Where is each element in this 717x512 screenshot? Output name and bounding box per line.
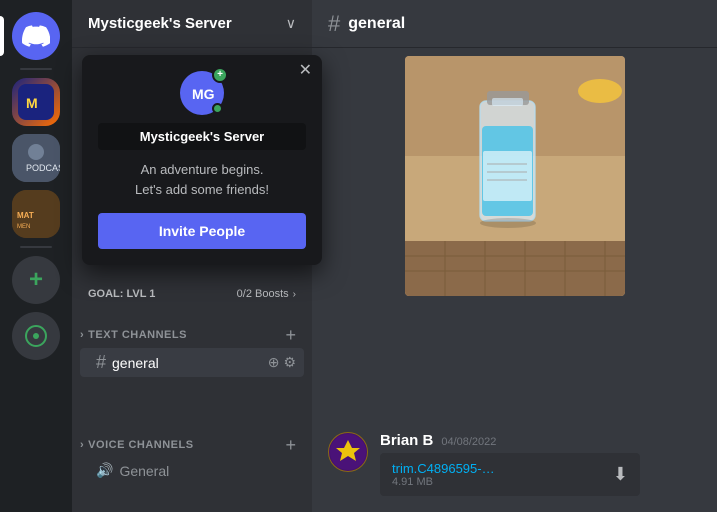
- chat-image: [405, 56, 625, 296]
- boost-goal-bar[interactable]: GOAL: LVL 1 0/2 Boosts ›: [72, 280, 312, 308]
- channel-item-general[interactable]: # general ⊕ ⚙: [80, 348, 304, 377]
- attachment-left: trim.C4896595-… 4.91 MB: [392, 461, 495, 488]
- svg-text:M: M: [26, 95, 38, 111]
- voice-channels-section: › VOICE CHANNELS + 🔊 General: [72, 420, 312, 483]
- message-header-0: Brian B 04/08/2022: [380, 432, 701, 449]
- invite-people-button[interactable]: Invite People: [98, 213, 306, 249]
- message-row-0: Brian B 04/08/2022 trim.C4896595-… 4.91 …: [328, 432, 701, 496]
- plus-icon: +: [217, 70, 223, 80]
- server-chevron-icon: ∨: [286, 15, 296, 32]
- message-list: Brian B 04/08/2022 trim.C4896595-… 4.91 …: [312, 424, 717, 512]
- voice-channels-header: › VOICE CHANNELS +: [72, 420, 312, 458]
- boost-chevron-icon: ›: [293, 289, 296, 300]
- voice-channels-label[interactable]: › VOICE CHANNELS: [80, 439, 194, 451]
- add-voice-channel-button[interactable]: +: [285, 436, 296, 454]
- download-icon[interactable]: ⬇: [613, 464, 628, 485]
- text-channels-chevron-icon: ›: [80, 329, 84, 341]
- popup-server-name: Mysticgeek's Server: [98, 123, 306, 150]
- server2-wrapper: PODCAST: [0, 134, 72, 182]
- add-server-button[interactable]: +: [12, 256, 60, 304]
- svg-text:PODCAST: PODCAST: [26, 163, 60, 173]
- home-server-wrapper: [0, 12, 72, 60]
- channel-name-general: general: [112, 355, 159, 371]
- avatar-brian: [328, 432, 368, 472]
- message-content-0: Brian B 04/08/2022 trim.C4896595-… 4.91 …: [380, 432, 701, 496]
- message-timestamp-0: 04/08/2022: [441, 436, 496, 448]
- server-name: Mysticgeek's Server: [88, 15, 232, 32]
- server1-wrapper: M: [0, 78, 72, 126]
- messages-area: Brian B 04/08/2022 trim.C4896595-… 4.91 …: [312, 48, 717, 512]
- popup-plus-badge: +: [212, 67, 228, 83]
- voice-channels-chevron-icon: ›: [80, 439, 84, 451]
- text-channels-header: › TEXT CHANNELS +: [72, 310, 312, 348]
- server2-icon[interactable]: PODCAST: [12, 134, 60, 182]
- boost-count: 0/2 Boosts ›: [237, 288, 296, 300]
- rail-divider-2: [20, 246, 52, 248]
- voice-channel-general[interactable]: 🔊 General: [72, 458, 312, 483]
- attachment-size: 4.91 MB: [392, 476, 495, 488]
- online-dot: [212, 103, 223, 114]
- text-channels-section: › TEXT CHANNELS + # general ⊕ ⚙: [72, 310, 312, 377]
- explore-button[interactable]: [12, 312, 60, 360]
- sidebar: Mysticgeek's Server ∨ ✕ MG + Mysticgeek'…: [72, 0, 312, 512]
- main-content: # general: [312, 0, 717, 512]
- server1-icon[interactable]: M: [12, 78, 60, 126]
- settings-icon[interactable]: ⚙: [283, 354, 296, 371]
- svg-text:MAT: MAT: [17, 211, 34, 220]
- rail-divider-1: [20, 68, 52, 70]
- active-indicator: [0, 16, 4, 56]
- popup-close-button[interactable]: ✕: [299, 63, 312, 79]
- svg-text:MEN: MEN: [17, 224, 30, 230]
- channel-title: general: [348, 15, 405, 33]
- channel-hash-header-icon: #: [328, 11, 340, 37]
- main-header: # general: [312, 0, 717, 48]
- server-popup: ✕ MG + Mysticgeek's Server An adventure …: [82, 55, 322, 265]
- voice-channel-name: General: [119, 463, 169, 479]
- channel-item-left: # general: [96, 352, 159, 373]
- add-member-icon[interactable]: ⊕: [268, 354, 280, 371]
- text-channels-label[interactable]: › TEXT CHANNELS: [80, 329, 187, 341]
- svg-text:MG: MG: [192, 86, 215, 102]
- server3-icon[interactable]: MAT MEN: [12, 190, 60, 238]
- discord-home-button[interactable]: [12, 12, 60, 60]
- channel-actions: ⊕ ⚙: [268, 354, 296, 371]
- add-server-icon: +: [29, 266, 43, 294]
- message-author-0: Brian B: [380, 432, 433, 449]
- attachment-box-0[interactable]: trim.C4896595-… 4.91 MB ⬇: [380, 453, 640, 496]
- popup-server-icon: MG +: [180, 71, 224, 115]
- chat-image-area: [312, 48, 717, 296]
- server-header[interactable]: Mysticgeek's Server ∨: [72, 0, 312, 48]
- server-rail: M PODCAST MAT MEN +: [0, 0, 72, 512]
- add-text-channel-button[interactable]: +: [285, 326, 296, 344]
- attachment-name: trim.C4896595-…: [392, 461, 495, 476]
- channel-hash-icon: #: [96, 352, 106, 373]
- server3-wrapper: MAT MEN: [0, 190, 72, 238]
- boost-goal-label: GOAL: LVL 1: [88, 288, 155, 300]
- popup-description: An adventure begins. Let's add some frie…: [98, 160, 306, 199]
- speaker-icon: 🔊: [96, 462, 113, 479]
